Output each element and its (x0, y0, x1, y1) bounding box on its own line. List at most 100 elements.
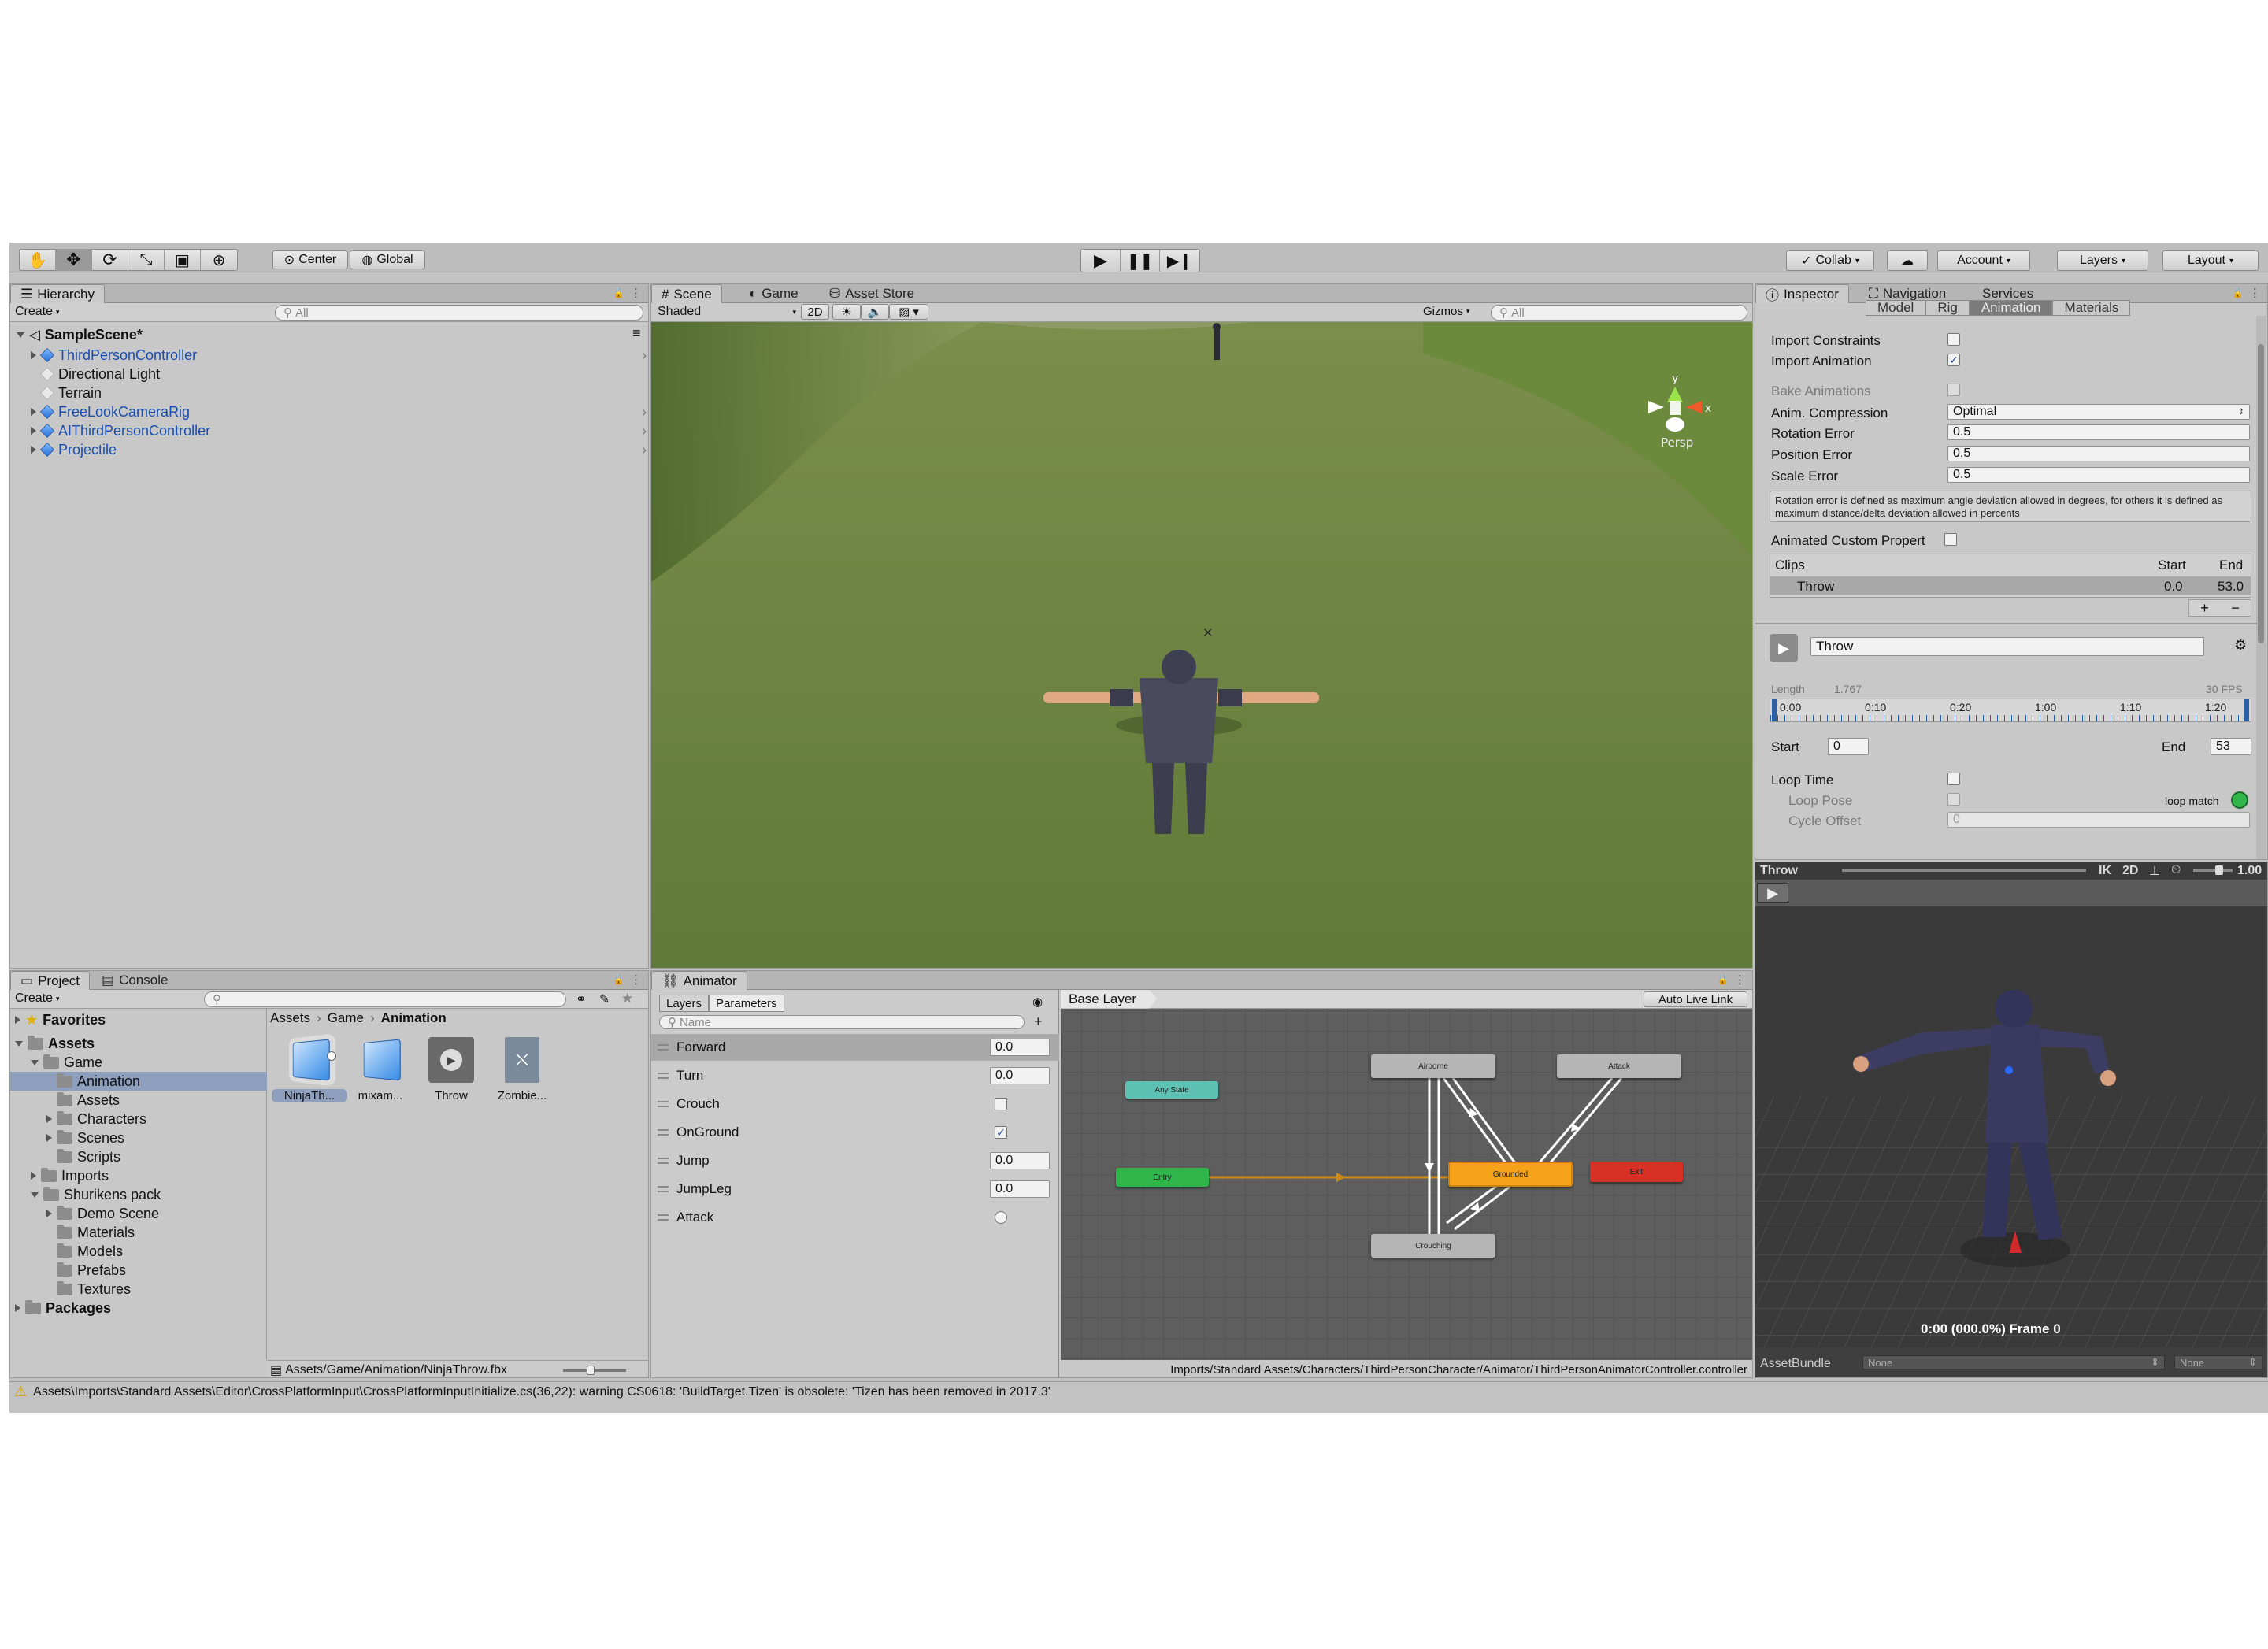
expand-arrow-icon[interactable] (31, 446, 36, 454)
expand-arrow-icon[interactable] (15, 1016, 20, 1024)
scene-search-input[interactable]: ⚲ All (1491, 305, 1747, 321)
state-grounded[interactable]: Grounded (1448, 1162, 1573, 1187)
hierarchy-create-dropdown[interactable]: Create ▾ (15, 305, 60, 319)
rotate-tool-icon[interactable]: ⟳ (92, 249, 128, 271)
scene-menu-icon[interactable]: ≡ (632, 325, 641, 342)
import-animation-checkbox[interactable]: ✓ (1947, 354, 1960, 366)
panel-menu-icon[interactable]: ⋮ (630, 973, 642, 987)
drag-handle-icon[interactable] (658, 1129, 669, 1136)
breadcrumb-item[interactable]: Assets (270, 1010, 310, 1026)
expand-arrow-icon[interactable] (31, 427, 36, 435)
move-tool-icon[interactable]: ✥ (56, 249, 92, 271)
remove-clip-button[interactable]: − (2231, 600, 2240, 617)
folder-item[interactable]: Materials (10, 1223, 267, 1242)
drag-handle-icon[interactable] (658, 1186, 669, 1192)
state-entry[interactable]: Entry (1116, 1168, 1209, 1187)
parameter-row[interactable]: Forward 0.0 (651, 1034, 1059, 1061)
icon-size-slider[interactable] (563, 1366, 626, 1375)
chevron-right-icon[interactable]: › (642, 442, 647, 458)
favorites-item[interactable]: ★ Favorites (15, 1010, 106, 1029)
folder-item[interactable]: Demo Scene (10, 1204, 267, 1223)
lighting-toggle-icon[interactable]: ☀ (832, 304, 861, 320)
folder-item[interactable]: Imports (10, 1166, 267, 1185)
hierarchy-item[interactable]: ThirdPersonController › (31, 346, 647, 365)
animator-subtab-layers[interactable]: Layers (659, 995, 710, 1012)
end-field[interactable]: 53 (2211, 738, 2251, 755)
transform-tool-icon[interactable]: ⊕ (201, 249, 237, 271)
folder-item[interactable]: Prefabs (10, 1261, 267, 1280)
packages-item[interactable]: Packages (15, 1299, 111, 1317)
pause-icon[interactable]: ❚❚ (1121, 249, 1160, 272)
add-parameter-button[interactable]: + (1034, 1013, 1043, 1030)
tab-inspector[interactable]: ⓘ Inspector (1755, 284, 1849, 303)
clip-settings-gear-icon[interactable]: ⚙ (2234, 637, 2247, 654)
expand-asset-icon[interactable] (327, 1051, 336, 1061)
loop-time-checkbox[interactable] (1947, 773, 1960, 785)
expand-arrow-icon[interactable] (15, 1040, 23, 1047)
rotation-error-field[interactable]: 0.5 (1947, 424, 2250, 440)
folder-item[interactable]: Characters (10, 1110, 267, 1128)
panel-lock-icon[interactable]: 🔒 (613, 287, 624, 298)
breadcrumb-item[interactable]: Game (328, 1010, 364, 1026)
preview-scrub-track[interactable] (1842, 869, 2086, 872)
state-exit[interactable]: Exit (1590, 1162, 1683, 1182)
import-tab-materials[interactable]: Materials (2052, 300, 2131, 316)
tab-project[interactable]: ▭ Project (10, 971, 90, 990)
parameter-row[interactable]: Crouch (651, 1091, 1059, 1117)
state-attack[interactable]: Attack (1557, 1054, 1681, 1078)
state-crouching[interactable]: Crouching (1371, 1234, 1495, 1258)
tab-asset-store[interactable]: ⛁ Asset Store (820, 284, 924, 303)
parameter-bool-checkbox[interactable]: ✓ (995, 1126, 1007, 1139)
parameter-row[interactable]: JumpLeg 0.0 (651, 1176, 1059, 1202)
hierarchy-item[interactable]: FreeLookCameraRig › (31, 402, 647, 421)
clip-timeline[interactable]: 0:00 0:10 0:20 1:00 1:10 1:20 (1770, 699, 2252, 722)
scene-viewport[interactable]: × y x Persp (651, 322, 1753, 969)
add-clip-button[interactable]: + (2200, 600, 2209, 617)
timeline-start-marker[interactable] (1772, 699, 1777, 721)
parameter-row[interactable]: Jump 0.0 (651, 1147, 1059, 1174)
filter-label-icon[interactable]: ✎ (599, 991, 610, 1007)
folder-item[interactable]: Shurikens pack (10, 1185, 267, 1204)
preview-play-icon[interactable]: ▶ (1757, 883, 1788, 903)
chevron-right-icon[interactable]: › (642, 423, 647, 439)
inspector-scrollbar[interactable] (2256, 316, 2266, 859)
clip-row-throw[interactable]: Throw 0.0 53.0 (1770, 576, 2251, 595)
ik-toggle[interactable]: IK (2099, 864, 2111, 878)
expand-arrow-icon[interactable] (15, 1304, 20, 1312)
clip-play-icon[interactable]: ▶ (1770, 634, 1798, 662)
hierarchy-item[interactable]: Terrain (31, 384, 102, 402)
panel-menu-icon[interactable]: ⋮ (2249, 286, 2261, 300)
avatar-mask-icon[interactable]: ⛌ (491, 1032, 554, 1088)
folder-item[interactable]: Assets (10, 1091, 267, 1110)
folder-item[interactable]: Assets (10, 1034, 267, 1053)
preview-viewport[interactable]: 0:00 (000.0%) Frame 0 (1755, 906, 2268, 1347)
cloud-button[interactable]: ☁ (1887, 250, 1928, 271)
start-field[interactable]: 0 (1828, 738, 1869, 755)
tab-scene[interactable]: # Scene (651, 284, 722, 303)
import-constraints-checkbox[interactable] (1947, 333, 1960, 346)
clip-name-field[interactable]: Throw (1810, 637, 2204, 656)
parameter-value-field[interactable]: 0.0 (990, 1180, 1050, 1198)
speed-slider[interactable] (2193, 865, 2233, 875)
panel-menu-icon[interactable]: ⋮ (630, 286, 642, 300)
tab-console[interactable]: ▤ Console (92, 971, 177, 990)
status-bar[interactable]: ⚠ Assets\Imports\Standard Assets\Editor\… (9, 1381, 2268, 1402)
parameter-bool-checkbox[interactable] (995, 1098, 1007, 1110)
audio-toggle-icon[interactable]: 🔈 (861, 304, 889, 320)
folder-item[interactable]: Textures (10, 1280, 267, 1299)
step-icon[interactable]: ▶❙ (1160, 249, 1199, 272)
account-button[interactable]: Account ▾ (1937, 250, 2030, 271)
timeline-end-marker[interactable] (2244, 699, 2249, 721)
pivot-center-button[interactable]: ⊙ Center (272, 250, 348, 269)
state-graph[interactable]: Base Layer Auto Live Link Any State Entr… (1061, 989, 1752, 1360)
expand-arrow-icon[interactable] (31, 1191, 39, 1198)
import-tab-animation[interactable]: Animation (1969, 300, 2053, 316)
model-asset-icon[interactable] (349, 1032, 412, 1088)
parameter-trigger-radio[interactable] (995, 1211, 1007, 1224)
chevron-right-icon[interactable]: › (642, 404, 647, 421)
folder-item[interactable]: Animation (10, 1072, 267, 1091)
drag-handle-icon[interactable] (658, 1044, 669, 1051)
preview-2d-toggle[interactable]: 2D (2122, 864, 2138, 878)
model-asset-icon[interactable] (278, 1032, 341, 1088)
visibility-eye-icon[interactable]: ◉ (1032, 995, 1043, 1009)
